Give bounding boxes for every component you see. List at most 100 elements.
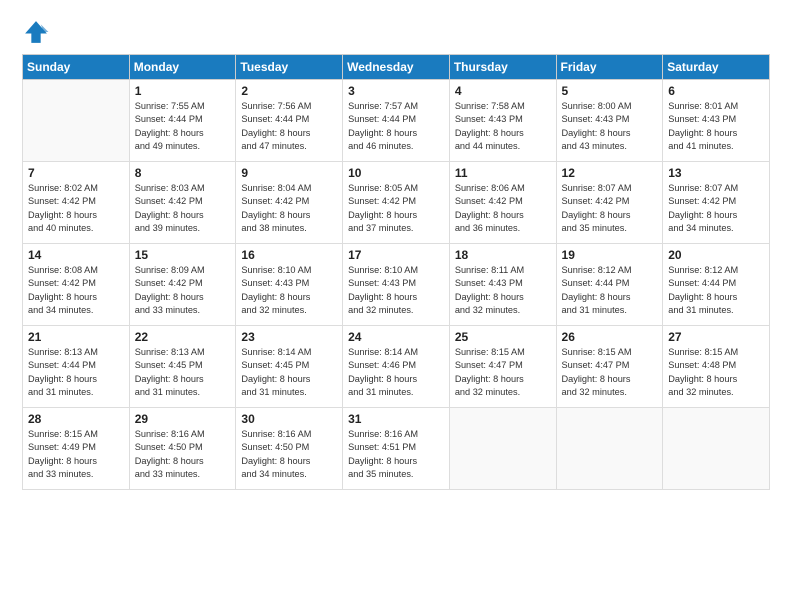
- calendar-week-row: 28 Sunrise: 8:15 AM Sunset: 4:49 PM Dayli…: [23, 408, 770, 490]
- day-info: Sunrise: 8:07 AM Sunset: 4:42 PM Dayligh…: [668, 182, 764, 235]
- day-number: 25: [455, 330, 551, 344]
- calendar-week-row: 7 Sunrise: 8:02 AM Sunset: 4:42 PM Daylig…: [23, 162, 770, 244]
- day-info: Sunrise: 8:05 AM Sunset: 4:42 PM Dayligh…: [348, 182, 444, 235]
- day-number: 26: [562, 330, 658, 344]
- day-number: 15: [135, 248, 231, 262]
- day-number: 9: [241, 166, 337, 180]
- day-info: Sunrise: 7:57 AM Sunset: 4:44 PM Dayligh…: [348, 100, 444, 153]
- day-info: Sunrise: 8:12 AM Sunset: 4:44 PM Dayligh…: [668, 264, 764, 317]
- calendar-cell: 10 Sunrise: 8:05 AM Sunset: 4:42 PM Dayli…: [343, 162, 450, 244]
- day-info: Sunrise: 8:03 AM Sunset: 4:42 PM Dayligh…: [135, 182, 231, 235]
- day-number: 12: [562, 166, 658, 180]
- calendar-cell: [663, 408, 770, 490]
- day-info: Sunrise: 8:06 AM Sunset: 4:42 PM Dayligh…: [455, 182, 551, 235]
- logo-icon: [22, 18, 50, 46]
- calendar-cell: [449, 408, 556, 490]
- day-number: 24: [348, 330, 444, 344]
- day-info: Sunrise: 8:10 AM Sunset: 4:43 PM Dayligh…: [348, 264, 444, 317]
- day-info: Sunrise: 8:10 AM Sunset: 4:43 PM Dayligh…: [241, 264, 337, 317]
- calendar-cell: [556, 408, 663, 490]
- calendar: SundayMondayTuesdayWednesdayThursdayFrid…: [22, 54, 770, 490]
- day-number: 31: [348, 412, 444, 426]
- calendar-header-row: SundayMondayTuesdayWednesdayThursdayFrid…: [23, 55, 770, 80]
- calendar-cell: 4 Sunrise: 7:58 AM Sunset: 4:43 PM Daylig…: [449, 80, 556, 162]
- calendar-cell: 11Sunrise: 8:06 AM Sunset: 4:42 PM Dayli…: [449, 162, 556, 244]
- day-info: Sunrise: 8:11 AM Sunset: 4:43 PM Dayligh…: [455, 264, 551, 317]
- day-info: Sunrise: 8:15 AM Sunset: 4:48 PM Dayligh…: [668, 346, 764, 399]
- day-number: 14: [28, 248, 124, 262]
- day-number: 17: [348, 248, 444, 262]
- day-info: Sunrise: 8:13 AM Sunset: 4:45 PM Dayligh…: [135, 346, 231, 399]
- day-info: Sunrise: 8:15 AM Sunset: 4:47 PM Dayligh…: [455, 346, 551, 399]
- day-number: 20: [668, 248, 764, 262]
- day-number: 10: [348, 166, 444, 180]
- day-number: 4: [455, 84, 551, 98]
- calendar-cell: 1 Sunrise: 7:55 AM Sunset: 4:44 PM Daylig…: [129, 80, 236, 162]
- calendar-cell: 30 Sunrise: 8:16 AM Sunset: 4:50 PM Dayli…: [236, 408, 343, 490]
- calendar-week-row: 21 Sunrise: 8:13 AM Sunset: 4:44 PM Dayli…: [23, 326, 770, 408]
- day-of-week-header: Thursday: [449, 55, 556, 80]
- day-info: Sunrise: 8:12 AM Sunset: 4:44 PM Dayligh…: [562, 264, 658, 317]
- calendar-cell: [23, 80, 130, 162]
- calendar-cell: 3 Sunrise: 7:57 AM Sunset: 4:44 PM Daylig…: [343, 80, 450, 162]
- calendar-cell: 29Sunrise: 8:16 AM Sunset: 4:50 PM Dayli…: [129, 408, 236, 490]
- calendar-cell: 12 Sunrise: 8:07 AM Sunset: 4:42 PM Dayli…: [556, 162, 663, 244]
- day-number: 2: [241, 84, 337, 98]
- day-number: 29: [135, 412, 231, 426]
- day-of-week-header: Tuesday: [236, 55, 343, 80]
- calendar-cell: 26 Sunrise: 8:15 AM Sunset: 4:47 PM Dayli…: [556, 326, 663, 408]
- calendar-cell: 9Sunrise: 8:04 AM Sunset: 4:42 PM Daylig…: [236, 162, 343, 244]
- day-number: 28: [28, 412, 124, 426]
- header: [22, 18, 770, 46]
- day-info: Sunrise: 8:16 AM Sunset: 4:51 PM Dayligh…: [348, 428, 444, 481]
- day-info: Sunrise: 8:09 AM Sunset: 4:42 PM Dayligh…: [135, 264, 231, 317]
- day-of-week-header: Friday: [556, 55, 663, 80]
- day-info: Sunrise: 8:14 AM Sunset: 4:45 PM Dayligh…: [241, 346, 337, 399]
- day-info: Sunrise: 8:08 AM Sunset: 4:42 PM Dayligh…: [28, 264, 124, 317]
- calendar-cell: 27 Sunrise: 8:15 AM Sunset: 4:48 PM Dayli…: [663, 326, 770, 408]
- day-info: Sunrise: 8:14 AM Sunset: 4:46 PM Dayligh…: [348, 346, 444, 399]
- day-number: 1: [135, 84, 231, 98]
- day-number: 18: [455, 248, 551, 262]
- calendar-cell: 5Sunrise: 8:00 AM Sunset: 4:43 PM Daylig…: [556, 80, 663, 162]
- calendar-cell: 15 Sunrise: 8:09 AM Sunset: 4:42 PM Dayli…: [129, 244, 236, 326]
- calendar-cell: 23 Sunrise: 8:14 AM Sunset: 4:45 PM Dayli…: [236, 326, 343, 408]
- logo: [22, 18, 54, 46]
- day-number: 5: [562, 84, 658, 98]
- calendar-cell: 31 Sunrise: 8:16 AM Sunset: 4:51 PM Dayli…: [343, 408, 450, 490]
- day-info: Sunrise: 8:15 AM Sunset: 4:47 PM Dayligh…: [562, 346, 658, 399]
- day-of-week-header: Monday: [129, 55, 236, 80]
- day-number: 16: [241, 248, 337, 262]
- day-info: Sunrise: 8:02 AM Sunset: 4:42 PM Dayligh…: [28, 182, 124, 235]
- day-info: Sunrise: 8:16 AM Sunset: 4:50 PM Dayligh…: [241, 428, 337, 481]
- day-info: Sunrise: 8:07 AM Sunset: 4:42 PM Dayligh…: [562, 182, 658, 235]
- calendar-cell: 2 Sunrise: 7:56 AM Sunset: 4:44 PM Daylig…: [236, 80, 343, 162]
- calendar-cell: 22Sunrise: 8:13 AM Sunset: 4:45 PM Dayli…: [129, 326, 236, 408]
- page: SundayMondayTuesdayWednesdayThursdayFrid…: [0, 0, 792, 612]
- day-info: Sunrise: 7:55 AM Sunset: 4:44 PM Dayligh…: [135, 100, 231, 153]
- day-number: 30: [241, 412, 337, 426]
- day-of-week-header: Sunday: [23, 55, 130, 80]
- day-number: 3: [348, 84, 444, 98]
- day-info: Sunrise: 8:13 AM Sunset: 4:44 PM Dayligh…: [28, 346, 124, 399]
- day-number: 21: [28, 330, 124, 344]
- calendar-cell: 7 Sunrise: 8:02 AM Sunset: 4:42 PM Daylig…: [23, 162, 130, 244]
- calendar-cell: 6Sunrise: 8:01 AM Sunset: 4:43 PM Daylig…: [663, 80, 770, 162]
- calendar-cell: 28 Sunrise: 8:15 AM Sunset: 4:49 PM Dayli…: [23, 408, 130, 490]
- day-number: 8: [135, 166, 231, 180]
- day-info: Sunrise: 8:01 AM Sunset: 4:43 PM Dayligh…: [668, 100, 764, 153]
- calendar-week-row: 1 Sunrise: 7:55 AM Sunset: 4:44 PM Daylig…: [23, 80, 770, 162]
- calendar-cell: 19Sunrise: 8:12 AM Sunset: 4:44 PM Dayli…: [556, 244, 663, 326]
- calendar-cell: 17 Sunrise: 8:10 AM Sunset: 4:43 PM Dayli…: [343, 244, 450, 326]
- calendar-cell: 8 Sunrise: 8:03 AM Sunset: 4:42 PM Daylig…: [129, 162, 236, 244]
- day-number: 7: [28, 166, 124, 180]
- day-info: Sunrise: 7:58 AM Sunset: 4:43 PM Dayligh…: [455, 100, 551, 153]
- day-number: 23: [241, 330, 337, 344]
- calendar-week-row: 14 Sunrise: 8:08 AM Sunset: 4:42 PM Dayli…: [23, 244, 770, 326]
- day-info: Sunrise: 8:15 AM Sunset: 4:49 PM Dayligh…: [28, 428, 124, 481]
- calendar-cell: 16 Sunrise: 8:10 AM Sunset: 4:43 PM Dayli…: [236, 244, 343, 326]
- day-of-week-header: Saturday: [663, 55, 770, 80]
- day-number: 27: [668, 330, 764, 344]
- day-info: Sunrise: 7:56 AM Sunset: 4:44 PM Dayligh…: [241, 100, 337, 153]
- calendar-cell: 13Sunrise: 8:07 AM Sunset: 4:42 PM Dayli…: [663, 162, 770, 244]
